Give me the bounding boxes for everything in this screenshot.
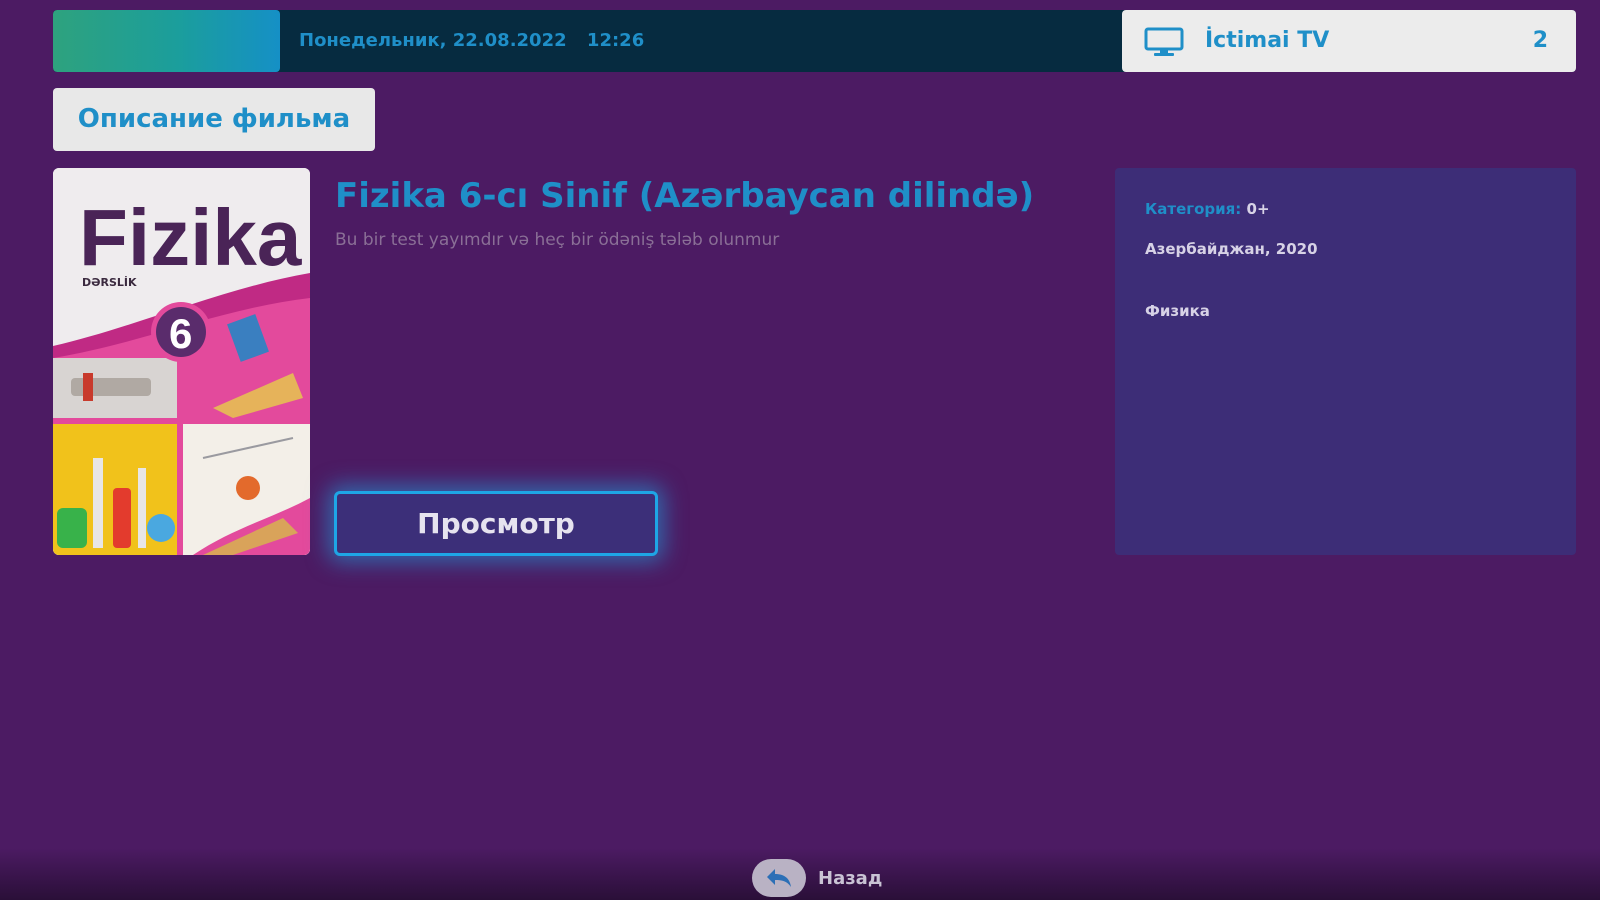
poster-grade: 6 xyxy=(169,310,192,357)
channel-name: İctimai TV xyxy=(1205,28,1330,53)
tab-movie-description[interactable]: Описание фильма xyxy=(53,88,375,151)
screen: Понедельник, 22.08.2022 12:26 İctimai TV… xyxy=(0,0,1600,900)
movie-title: Fizika 6-cı Sinif (Azərbaycan dilində) xyxy=(335,176,1035,216)
genre: Физика xyxy=(1145,302,1210,320)
current-channel[interactable]: İctimai TV 2 xyxy=(1122,10,1576,72)
current-date: Понедельник, 22.08.2022 xyxy=(299,30,567,51)
back-arrow-icon xyxy=(752,859,806,897)
poster-subtitle: DƏRSLİK xyxy=(82,275,137,289)
back-label: Назад xyxy=(818,867,883,889)
movie-poster: Fizika DƏRSLİK 6 xyxy=(53,168,310,555)
movie-description: Bu bir test yayımdır və heç bir ödəniş t… xyxy=(335,230,780,250)
brand-logo-area xyxy=(53,10,280,72)
category-value: 0+ xyxy=(1246,200,1270,218)
current-time: 12:26 xyxy=(586,30,645,51)
country-year: Азербайджан, 2020 xyxy=(1145,240,1318,258)
tv-monitor-icon xyxy=(1144,27,1184,56)
poster-title: Fizika xyxy=(79,193,302,282)
category-row: Категория: 0+ xyxy=(1145,200,1270,218)
date-time: Понедельник, 22.08.2022 12:26 xyxy=(299,10,644,72)
category-label: Категория: xyxy=(1145,200,1242,218)
back-button[interactable]: Назад xyxy=(752,858,882,898)
channel-number: 2 xyxy=(1532,28,1548,53)
watch-button[interactable]: Просмотр xyxy=(334,491,658,556)
movie-info-panel: Категория: 0+ Азербайджан, 2020 Физика xyxy=(1115,168,1576,555)
